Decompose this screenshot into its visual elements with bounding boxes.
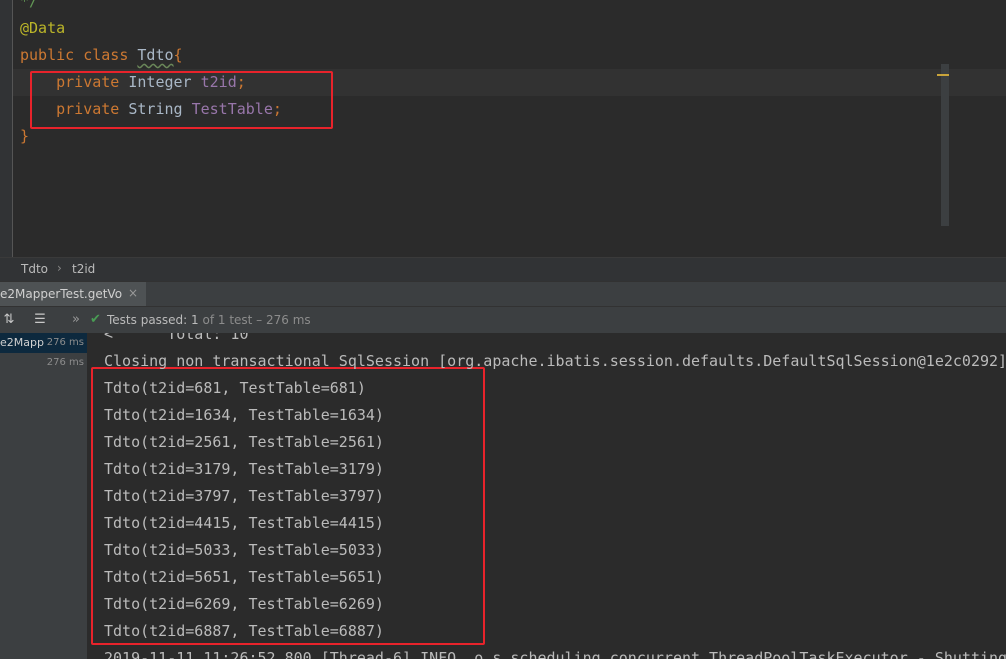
code-token: Tdto bbox=[137, 46, 174, 64]
code-token: public class bbox=[20, 46, 138, 64]
editor-gutter bbox=[0, 0, 12, 257]
console-line: Tdto(t2id=6887, TestTable=6887) bbox=[104, 622, 384, 640]
console-line: Tdto(t2id=681, TestTable=681) bbox=[104, 379, 366, 397]
test-runner-toolbar: ⇅ ☰ » ✔ Tests passed: 1 of 1 test – 276 … bbox=[0, 306, 1006, 334]
scroll-marker bbox=[937, 74, 949, 76]
console-line: Tdto(t2id=1634, TestTable=1634) bbox=[104, 406, 384, 424]
status-detail: of 1 test – 276 ms bbox=[198, 313, 311, 327]
check-icon: ✔ bbox=[90, 312, 101, 327]
run-tab-label: e2MapperTest.getVo bbox=[0, 287, 123, 301]
close-icon[interactable]: × bbox=[128, 286, 138, 300]
more-actions-icon[interactable]: » bbox=[67, 311, 85, 329]
breadcrumb-item-field[interactable]: t2id bbox=[72, 262, 95, 276]
console-output[interactable]: < Total: 10 Closing non transactional Sql… bbox=[88, 333, 1006, 659]
code-token: { bbox=[173, 46, 183, 64]
breadcrumb: Tdto › t2id bbox=[0, 257, 1006, 282]
console-line: Tdto(t2id=2561, TestTable=2561) bbox=[104, 433, 384, 451]
test-tree-row[interactable]: 276 ms bbox=[0, 353, 87, 373]
test-duration: 276 ms bbox=[46, 357, 84, 368]
breadcrumb-item-class[interactable]: Tdto bbox=[21, 262, 48, 276]
code-line[interactable]: public class Tdto{ bbox=[20, 42, 183, 69]
code-token: } bbox=[20, 127, 30, 145]
console-line: Closing non transactional SqlSession [or… bbox=[104, 352, 1006, 370]
console-line: Tdto(t2id=5651, TestTable=5651) bbox=[104, 568, 384, 586]
gutter-divider bbox=[12, 0, 13, 257]
status-label: Tests passed: bbox=[107, 313, 192, 327]
console-line: Tdto(t2id=5033, TestTable=5033) bbox=[104, 541, 384, 559]
code-line[interactable]: */ bbox=[20, 0, 38, 15]
code-token: @Data bbox=[20, 19, 66, 37]
console-line: Tdto(t2id=6269, TestTable=6269) bbox=[104, 595, 384, 613]
console-line: Tdto(t2id=3179, TestTable=3179) bbox=[104, 460, 384, 478]
editor-scrollbar[interactable] bbox=[941, 64, 949, 226]
sort-icon[interactable]: ⇅ bbox=[0, 311, 18, 329]
test-duration: 276 ms bbox=[46, 337, 84, 348]
code-line[interactable]: } bbox=[20, 123, 29, 150]
test-results-tree[interactable]: e2Mapp 276 ms 276 ms bbox=[0, 333, 88, 659]
console-line: Tdto(t2id=4415, TestTable=4415) bbox=[104, 514, 384, 532]
test-name: e2Mapp bbox=[0, 336, 44, 349]
fields-highlight-box bbox=[30, 71, 333, 129]
code-token: */ bbox=[20, 0, 39, 10]
run-tab-bar: e2MapperTest.getVo × bbox=[0, 281, 1006, 307]
console-line: 2019-11-11 11:26:52.800 [Thread-6] INFO … bbox=[104, 649, 1006, 659]
console-line: < Total: 10 bbox=[104, 333, 249, 343]
run-tab[interactable]: e2MapperTest.getVo × bbox=[0, 282, 146, 307]
collapse-all-icon[interactable]: ☰ bbox=[31, 311, 49, 329]
code-editor[interactable]: */@Data public class Tdto{ private Intege… bbox=[0, 0, 1006, 257]
status-count: 1 bbox=[191, 313, 199, 327]
test-status: Tests passed: 1 of 1 test – 276 ms bbox=[107, 313, 311, 327]
test-tree-row[interactable]: e2Mapp 276 ms bbox=[0, 333, 87, 353]
console-line: Tdto(t2id=3797, TestTable=3797) bbox=[104, 487, 384, 505]
chevron-right-icon: › bbox=[57, 261, 62, 275]
code-line[interactable]: @Data bbox=[20, 15, 65, 42]
